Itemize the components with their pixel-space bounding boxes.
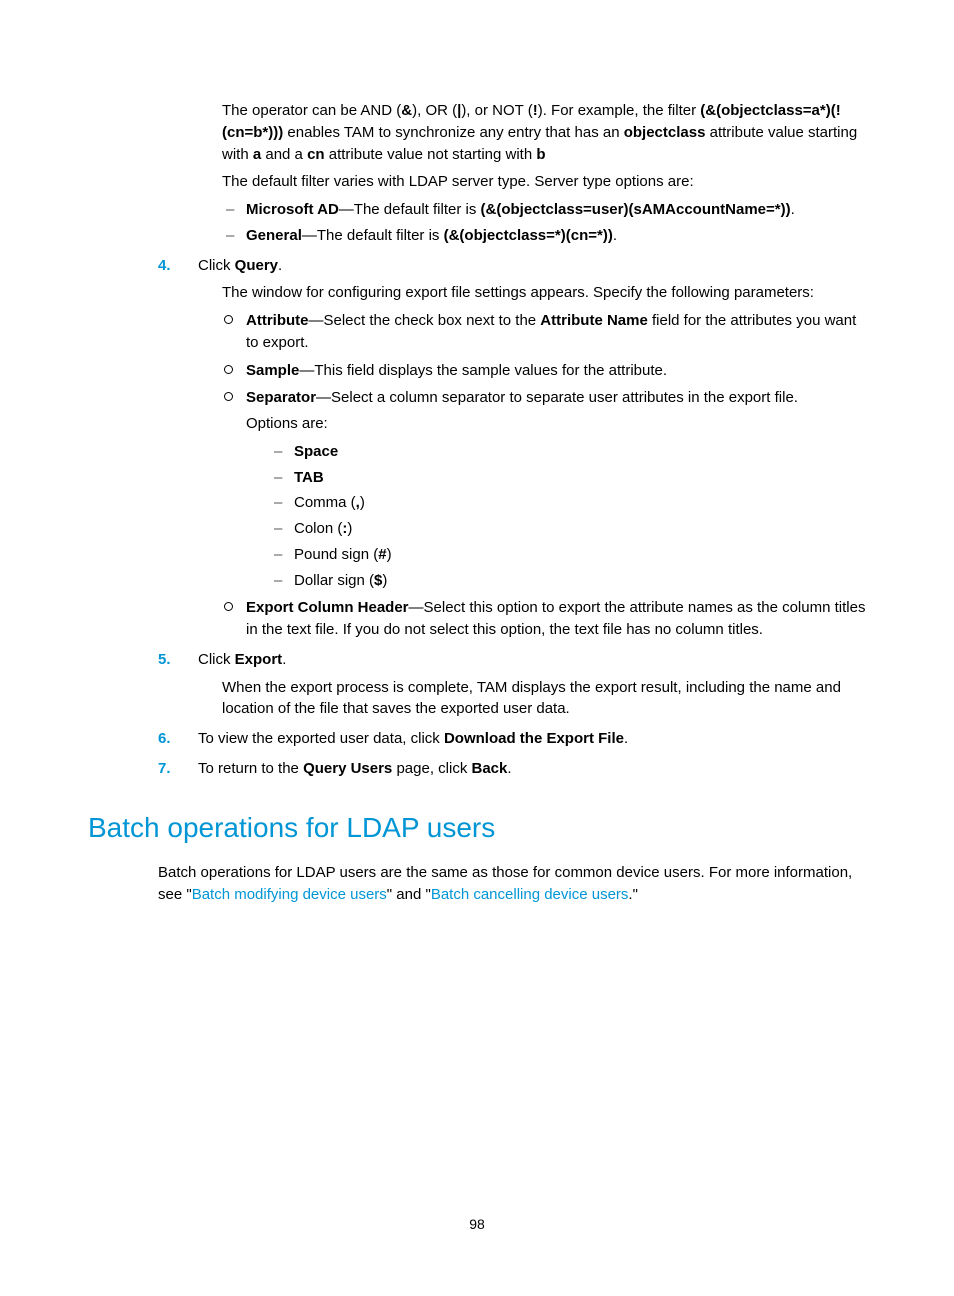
text: and a bbox=[261, 146, 307, 163]
step-number: 6. bbox=[158, 728, 171, 750]
bold-a: a bbox=[253, 146, 261, 163]
bold-tab: TAB bbox=[294, 469, 324, 486]
bold-space: Space bbox=[294, 443, 338, 460]
bold-sample: Sample bbox=[246, 362, 299, 379]
batch-operations-paragraph: Batch operations for LDAP users are the … bbox=[158, 862, 866, 906]
step-number: 5. bbox=[158, 649, 171, 671]
step-number: 7. bbox=[158, 758, 171, 780]
param-attribute: Attribute—Select the check box next to t… bbox=[222, 310, 866, 354]
text: Click bbox=[198, 257, 235, 274]
bold-export-column-header: Export Column Header bbox=[246, 599, 409, 616]
text: ) bbox=[387, 546, 392, 563]
text: ), or NOT ( bbox=[461, 102, 532, 119]
bold-query-users: Query Users bbox=[303, 760, 392, 777]
server-type-list: Microsoft AD—The default filter is (&(ob… bbox=[222, 199, 866, 247]
param-separator: Separator—Select a column separator to s… bbox=[222, 387, 866, 591]
step-list: 4. Click Query. The window for configuri… bbox=[88, 255, 866, 780]
bold-general: General bbox=[246, 227, 302, 244]
step-5-description: When the export process is complete, TAM… bbox=[222, 677, 866, 721]
separator-options-list: Space TAB Comma (,) Colon (:) Pound sign… bbox=[270, 441, 866, 592]
text: —The default filter is bbox=[339, 201, 481, 218]
text: . bbox=[282, 651, 286, 668]
server-type-microsoft-ad: Microsoft AD—The default filter is (&(ob… bbox=[222, 199, 866, 221]
section-body: Batch operations for LDAP users are the … bbox=[158, 862, 866, 906]
text: . bbox=[624, 730, 628, 747]
text: To view the exported user data, click bbox=[198, 730, 444, 747]
text: . bbox=[507, 760, 511, 777]
link-batch-cancelling[interactable]: Batch cancelling device users bbox=[431, 886, 629, 903]
step-6: 6. To view the exported user data, click… bbox=[158, 728, 866, 750]
text: ." bbox=[628, 886, 638, 903]
bold-query: Query bbox=[235, 257, 278, 274]
server-type-general: General—The default filter is (&(objectc… bbox=[222, 225, 866, 247]
bold-attribute-name: Attribute Name bbox=[540, 312, 648, 329]
step-4-description: The window for configuring export file s… bbox=[222, 282, 866, 304]
separator-colon: Colon (:) bbox=[270, 518, 866, 540]
step-5: 5. Click Export. When the export process… bbox=[158, 649, 866, 720]
bold-export: Export bbox=[235, 651, 283, 668]
text: ). For example, the filter bbox=[538, 102, 701, 119]
text: page, click bbox=[392, 760, 471, 777]
page-number: 98 bbox=[0, 1214, 954, 1234]
text: —The default filter is bbox=[302, 227, 444, 244]
bold-pound: # bbox=[378, 546, 386, 563]
param-export-column-header: Export Column Header—Select this option … bbox=[222, 597, 866, 641]
text: Comma ( bbox=[294, 494, 356, 511]
text: The operator can be AND ( bbox=[222, 102, 401, 119]
text: attribute value not starting with bbox=[325, 146, 537, 163]
default-filter-paragraph: The default filter varies with LDAP serv… bbox=[222, 171, 866, 193]
bold-back: Back bbox=[472, 760, 508, 777]
text: Colon ( bbox=[294, 520, 342, 537]
text: Dollar sign ( bbox=[294, 572, 374, 589]
options-label: Options are: bbox=[246, 413, 866, 435]
page-content: The operator can be AND (&), OR (|), or … bbox=[0, 0, 954, 906]
text: . bbox=[278, 257, 282, 274]
text: Pound sign ( bbox=[294, 546, 378, 563]
bold-b: b bbox=[536, 146, 545, 163]
step-number: 4. bbox=[158, 255, 171, 277]
text: Click bbox=[198, 651, 235, 668]
text: —Select a column separator to separate u… bbox=[316, 389, 798, 406]
text: " and " bbox=[387, 886, 431, 903]
text: —Select the check box next to the bbox=[309, 312, 541, 329]
separator-tab: TAB bbox=[270, 467, 866, 489]
text: ) bbox=[347, 520, 352, 537]
step-4: 4. Click Query. The window for configuri… bbox=[158, 255, 866, 641]
text: . bbox=[791, 201, 795, 218]
filter-operator-paragraph: The operator can be AND (&), OR (|), or … bbox=[222, 100, 866, 165]
text: To return to the bbox=[198, 760, 303, 777]
link-batch-modifying[interactable]: Batch modifying device users bbox=[192, 886, 387, 903]
export-params-list: Attribute—Select the check box next to t… bbox=[222, 310, 866, 641]
text: . bbox=[613, 227, 617, 244]
text: ) bbox=[360, 494, 365, 511]
separator-dollar: Dollar sign ($) bbox=[270, 570, 866, 592]
separator-space: Space bbox=[270, 441, 866, 463]
bold-separator: Separator bbox=[246, 389, 316, 406]
bold-cn: cn bbox=[307, 146, 325, 163]
separator-comma: Comma (,) bbox=[270, 492, 866, 514]
bold-amp: & bbox=[401, 102, 412, 119]
section-heading-batch-operations: Batch operations for LDAP users bbox=[88, 808, 866, 849]
text: —This field displays the sample values f… bbox=[299, 362, 667, 379]
separator-pound: Pound sign (#) bbox=[270, 544, 866, 566]
step-7: 7. To return to the Query Users page, cl… bbox=[158, 758, 866, 780]
text: enables TAM to synchronize any entry tha… bbox=[283, 124, 623, 141]
bold-general-filter: (&(objectclass=*)(cn=*)) bbox=[444, 227, 613, 244]
bold-download-export-file: Download the Export File bbox=[444, 730, 624, 747]
filter-description: The operator can be AND (&), OR (|), or … bbox=[222, 100, 866, 247]
bold-attribute: Attribute bbox=[246, 312, 309, 329]
bold-objectclass: objectclass bbox=[624, 124, 706, 141]
param-sample: Sample—This field displays the sample va… bbox=[222, 360, 866, 382]
bold-ms-ad: Microsoft AD bbox=[246, 201, 339, 218]
text: ), OR ( bbox=[412, 102, 457, 119]
text: ) bbox=[382, 572, 387, 589]
bold-ms-filter: (&(objectclass=user)(sAMAccountName=*)) bbox=[481, 201, 791, 218]
